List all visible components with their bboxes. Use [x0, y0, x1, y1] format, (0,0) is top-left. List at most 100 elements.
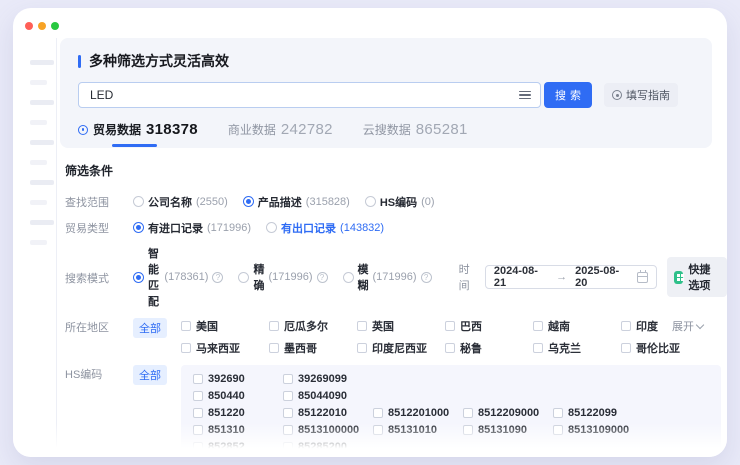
checkbox-icon [553, 425, 563, 435]
country-checkbox-item[interactable]: 哥伦比亚 [621, 340, 709, 356]
hs-checkbox-item[interactable]: 392690 [193, 373, 283, 385]
region-all-tag[interactable]: 全部 [133, 318, 167, 338]
quick-options-icon [674, 271, 683, 284]
radio-company-name[interactable]: 公司名称 (2550) [133, 194, 228, 210]
tab-trade-data[interactable]: 贸易数据 318378 [78, 121, 198, 147]
chevron-down-icon [696, 320, 704, 328]
date-range-input[interactable]: 2024-08-21 → 2025-08-20 [485, 265, 657, 289]
country-checkbox-item[interactable]: 英国 [357, 318, 445, 334]
trade-data-icon [78, 125, 88, 135]
checkbox-icon [373, 425, 383, 435]
country-label: 哥伦比亚 [636, 340, 680, 356]
minimize-window-icon[interactable] [38, 22, 46, 30]
hs-checkbox-item[interactable]: 85131090 [463, 424, 553, 436]
checkbox-icon [445, 321, 455, 331]
hs-row: 851220 8512201085122010008512209000851220… [193, 404, 721, 421]
country-checkbox-item[interactable]: 印度尼西亚 [357, 340, 445, 356]
tab-count: 242782 [281, 121, 333, 138]
info-icon[interactable] [317, 272, 328, 283]
tab-label: 贸易数据 [93, 121, 141, 138]
search-box[interactable] [78, 82, 541, 108]
hs-checkbox-item[interactable]: 850440 [193, 390, 283, 402]
radio-icon [238, 272, 249, 283]
checkbox-icon [533, 343, 543, 353]
tab-label: 商业数据 [228, 121, 276, 138]
expand-button[interactable]: 展开 [672, 318, 703, 334]
tab-business-data[interactable]: 商业数据 242782 [228, 121, 333, 147]
country-checkbox-item[interactable]: 越南 [533, 318, 621, 334]
hs-code-label: 851310 [208, 424, 245, 436]
hs-checkbox-item[interactable]: 8512201000 [373, 407, 463, 419]
radio-selected-icon [133, 222, 144, 233]
hs-checkbox-item[interactable]: 85122010 [283, 407, 373, 419]
fill-guide-button[interactable]: 填写指南 [604, 83, 678, 107]
radio-exact-match[interactable]: 精确 (171996) [238, 261, 327, 293]
hs-row: 852852 85285200 [193, 438, 721, 455]
country-checkbox-item[interactable]: 巴西 [445, 318, 533, 334]
checkbox-icon [193, 374, 203, 384]
country-checkbox-item[interactable]: 马来西亚 [181, 340, 269, 356]
close-window-icon[interactable] [25, 22, 33, 30]
country-label: 印度 [636, 318, 658, 334]
hs-codes-panel: 39269039269099 85044085044090 8512208512… [181, 365, 721, 457]
info-icon[interactable] [212, 272, 223, 283]
radio-selected-icon [133, 272, 144, 283]
country-checkbox-grid: 美国 厄瓜多尔 英国 [181, 318, 709, 356]
hs-checkbox-item[interactable]: 85285200 [283, 441, 373, 453]
tab-count: 865281 [416, 121, 468, 138]
hs-code-label: 85285200 [298, 441, 347, 453]
hs-checkbox-item[interactable]: 85131010 [373, 424, 463, 436]
country-checkbox-item[interactable]: 墨西哥 [269, 340, 357, 356]
hs-checkbox-item[interactable]: 851310 [193, 424, 283, 436]
hs-row: 851310 8513100000851310108513109085131090… [193, 421, 721, 438]
radio-export-records[interactable]: 有出口记录 (143832) [266, 220, 384, 236]
radio-hs-code[interactable]: HS编码 (0) [365, 194, 435, 210]
hs-checkbox-item[interactable]: 85122099 [553, 407, 643, 419]
hs-checkbox-item[interactable]: 8513100000 [283, 424, 373, 436]
radio-smart-match[interactable]: 智能匹配 (178361) [133, 245, 223, 309]
checkbox-icon [269, 321, 279, 331]
date-start: 2024-08-21 [494, 265, 548, 289]
checkbox-icon [621, 321, 631, 331]
search-button[interactable]: 搜索 [544, 82, 592, 108]
country-checkbox-item[interactable]: 秘鲁 [445, 340, 533, 356]
hs-row: 39269039269099 [193, 370, 721, 387]
hs-checkbox-item[interactable]: 851220 [193, 407, 283, 419]
checkbox-icon [553, 408, 563, 418]
country-label: 厄瓜多尔 [284, 318, 328, 334]
hs-checkbox-item[interactable]: 8512209000 [463, 407, 553, 419]
radio-fuzzy-match[interactable]: 模糊 (171996) [343, 261, 432, 293]
country-checkbox-item[interactable]: 美国 [181, 318, 269, 334]
date-end: 2025-08-20 [575, 265, 629, 289]
search-input[interactable] [90, 88, 519, 102]
radio-product-description[interactable]: 产品描述 (315828) [243, 194, 350, 210]
app-window: 多种筛选方式灵活高效 搜索 填写指南 贸易数据 318378 [13, 8, 727, 457]
hs-checkbox-item[interactable]: 85044090 [283, 390, 373, 402]
checkbox-icon [193, 408, 203, 418]
radio-icon [365, 196, 376, 207]
info-icon[interactable] [421, 272, 432, 283]
hs-checkbox-item[interactable]: 852852 [193, 441, 283, 453]
hs-checkbox-item[interactable]: 39269099 [283, 373, 373, 385]
hs-checkbox-item[interactable]: 8513109000 [553, 424, 643, 436]
country-checkbox-item[interactable]: 乌克兰 [533, 340, 621, 356]
radio-import-records[interactable]: 有进口记录 (171996) [133, 220, 251, 236]
tab-cloud-search-data[interactable]: 云搜数据 865281 [363, 121, 468, 147]
checkbox-icon [373, 408, 383, 418]
filter-lines-icon[interactable] [519, 91, 531, 100]
checkbox-icon [283, 408, 293, 418]
radio-icon [266, 222, 277, 233]
hs-code-label: 851220 [208, 407, 245, 419]
window-controls [25, 22, 59, 30]
row-hs-codes: HS编码 全部 39269039269099 85044085044090 85… [57, 365, 727, 457]
tab-count: 318378 [146, 121, 198, 138]
quick-options-button[interactable]: 快捷选项 [667, 257, 727, 297]
country-checkbox-item[interactable]: 厄瓜多尔 [269, 318, 357, 334]
checkbox-icon [193, 425, 203, 435]
hs-all-tag[interactable]: 全部 [133, 365, 167, 385]
row-label: 所在地区 [65, 318, 133, 335]
checkbox-icon [283, 425, 293, 435]
filter-rows: 查找范围 公司名称 (2550) 产品描述 (315828) HS编码 (0) [57, 193, 727, 457]
checkbox-icon [269, 343, 279, 353]
search-row: 搜索 填写指南 [78, 82, 712, 108]
